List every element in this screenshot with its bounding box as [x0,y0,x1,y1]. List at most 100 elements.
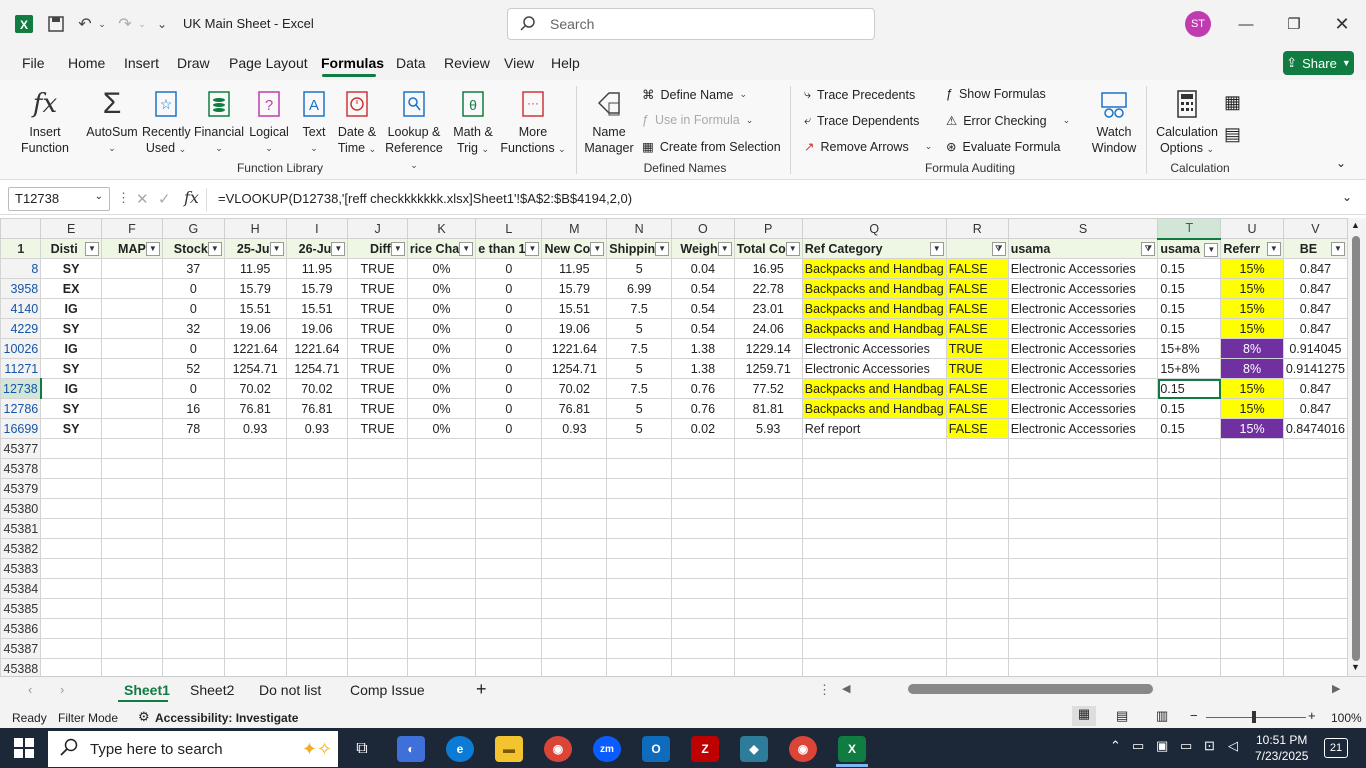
cell[interactable] [1157,578,1222,599]
cell[interactable] [801,598,947,619]
cell[interactable]: 7.5 [606,338,673,359]
menu-data[interactable]: Data [396,55,426,71]
cell[interactable] [671,558,735,579]
volume-icon[interactable]: ◁ [1228,738,1238,754]
cell[interactable]: 0.76 [671,398,735,419]
cell[interactable] [541,618,608,639]
row-number[interactable]: 45385 [0,598,42,619]
cell[interactable] [347,578,408,599]
cell[interactable]: IG [40,298,102,319]
cell[interactable]: 0.15 [1157,318,1222,339]
filter-dropdown-icon[interactable]: ▼ [145,242,160,256]
cell[interactable]: 19.06 [541,318,608,339]
cell[interactable]: EX [40,278,102,299]
save-icon[interactable] [44,12,68,36]
cell[interactable]: 1221.64 [223,338,287,359]
header-cell[interactable]: ⧩ [945,238,1009,259]
cell[interactable] [1007,618,1159,639]
cell[interactable]: 0% [406,318,477,339]
cell[interactable]: TRUE [347,358,408,379]
cell[interactable] [1220,458,1284,479]
cell[interactable] [541,478,608,499]
zoom-level[interactable]: 100% [1331,711,1362,725]
cell[interactable]: 15.51 [223,298,287,319]
cell[interactable]: 0% [406,338,477,359]
filter-dropdown-icon[interactable]: ▼ [525,242,540,256]
redo-icon[interactable]: ↷ [114,12,136,36]
cell[interactable] [406,518,477,539]
scroll-up-icon[interactable]: ▲ [1351,220,1360,230]
cell[interactable]: IG [40,378,102,399]
cell[interactable] [1007,658,1159,676]
cell[interactable]: 37 [161,258,225,279]
cell[interactable] [1157,518,1222,539]
cell[interactable] [671,658,735,676]
cell[interactable] [1157,538,1222,559]
cell[interactable]: 11.95 [285,258,349,279]
add-sheet-icon[interactable]: + [476,679,487,700]
cell[interactable] [161,518,225,539]
cell[interactable]: 0.847 [1282,378,1348,399]
menu-file[interactable]: File [22,55,45,71]
cell[interactable] [161,558,225,579]
column-header[interactable]: L [475,218,543,239]
cell[interactable]: Electronic Accessories [1007,378,1159,399]
trace-dependents-button[interactable]: ⤶ Trace Dependents [804,113,919,128]
calculate-now-icon[interactable]: ▦ [1224,92,1241,113]
filter-dropdown-icon[interactable]: ▼ [785,242,800,256]
cell[interactable]: TRUE [347,378,408,399]
cell[interactable] [40,438,102,459]
accessibility-status[interactable]: Accessibility: Investigate [155,711,298,725]
date-time-button[interactable]: Date & Time ⌄ [334,86,380,157]
cell[interactable] [945,498,1009,519]
cell[interactable]: 70.02 [223,378,287,399]
cell[interactable] [945,558,1009,579]
cell[interactable] [606,458,673,479]
cell[interactable] [285,638,349,659]
insert-function-icon[interactable]: fx [184,188,199,207]
header-cell[interactable]: Shippin ▼ [606,238,673,259]
filter-dropdown-icon[interactable]: ▼ [207,242,222,256]
cell[interactable] [1220,558,1284,579]
cell[interactable] [475,538,543,559]
cell[interactable]: 0 [475,298,543,319]
cell[interactable] [606,538,673,559]
scroll-right-icon[interactable]: ▶ [1332,682,1340,695]
cell[interactable]: Electronic Accessories [1007,398,1159,419]
filter-dropdown-icon[interactable]: ▼ [1204,242,1219,257]
cell[interactable]: 1259.71 [733,358,803,379]
header-cell[interactable]: New Co ▼ [541,238,608,259]
cell[interactable] [285,578,349,599]
filter-dropdown-icon[interactable]: ▼ [1266,242,1281,256]
cell[interactable]: 52 [161,358,225,379]
watch-window-button[interactable]: Watch Window [1086,86,1142,156]
row-number[interactable]: 12738 [0,378,42,399]
cell[interactable] [671,598,735,619]
cell[interactable] [100,598,163,619]
cell[interactable] [671,438,735,459]
cell[interactable] [100,318,163,339]
menu-help[interactable]: Help [551,55,580,71]
trace-precedents-button[interactable]: ⤷ Trace Precedents [804,87,915,102]
cell[interactable] [161,478,225,499]
cell[interactable]: 1254.71 [223,358,287,379]
select-all-corner[interactable] [0,218,42,239]
cell[interactable]: 7.5 [606,378,673,399]
cell[interactable] [1157,498,1222,519]
cell[interactable] [1007,578,1159,599]
cell[interactable]: 19.06 [223,318,287,339]
cell[interactable] [406,638,477,659]
menu-page-layout[interactable]: Page Layout [229,55,308,71]
cell[interactable] [606,518,673,539]
header-cell[interactable]: Referr ▼ [1220,238,1284,259]
cell[interactable] [1007,518,1159,539]
redo-dropdown-icon[interactable]: ⌄ [136,12,148,36]
row-number[interactable]: 45381 [0,518,42,539]
cell[interactable]: 1221.64 [285,338,349,359]
define-name-button[interactable]: ⌘ Define Name ⌄ [642,87,747,103]
cell[interactable]: 5 [606,418,673,439]
cell[interactable] [100,658,163,676]
cell[interactable]: 15% [1220,318,1284,339]
cell[interactable]: 0 [475,398,543,419]
search-box[interactable]: Search [507,8,875,40]
